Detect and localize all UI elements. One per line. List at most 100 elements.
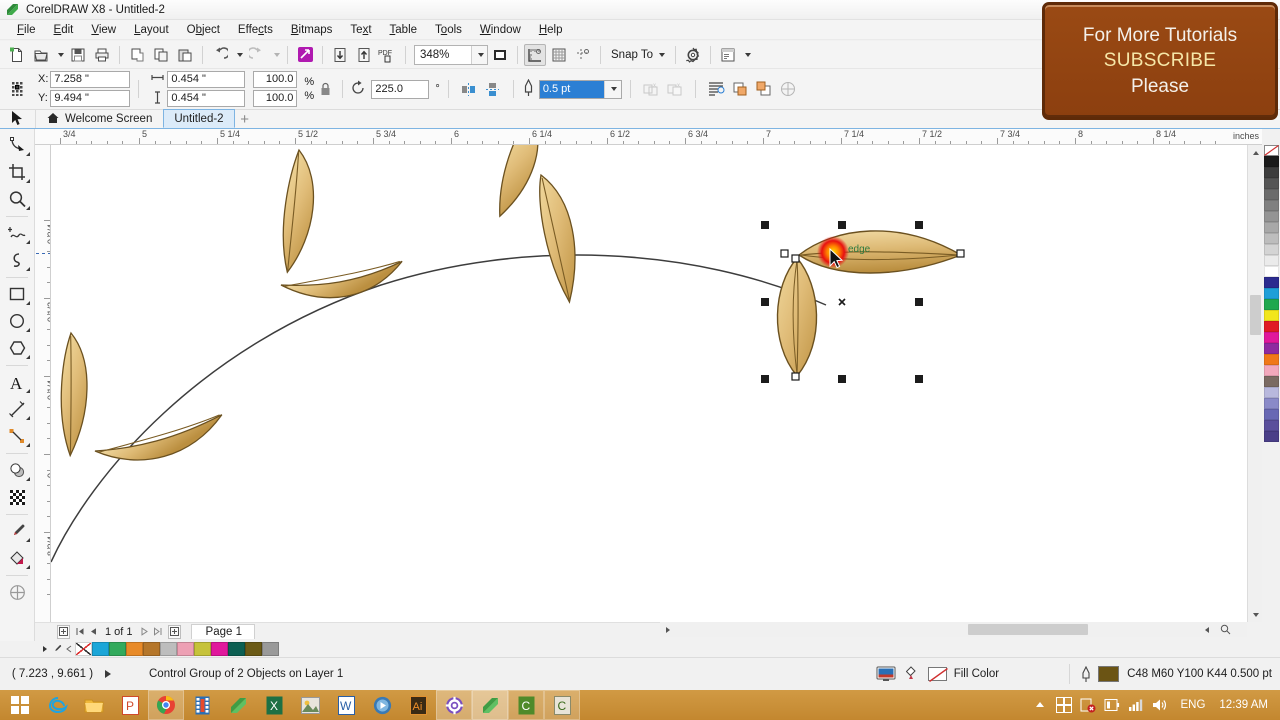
- scroll-right-arrow-icon[interactable]: [1199, 622, 1214, 637]
- vertical-ruler[interactable]: 9 3/49 1/29 1/498 3/4: [35, 145, 51, 622]
- windows-start-icon[interactable]: [0, 690, 40, 720]
- outline-pen-icon[interactable]: [1080, 665, 1092, 683]
- search-content-icon[interactable]: [294, 44, 316, 66]
- open-dropdown-icon[interactable]: [54, 44, 65, 66]
- x-position-input[interactable]: 7.258 ": [50, 71, 131, 88]
- snap-to-pixel-icon[interactable]: [777, 78, 799, 100]
- scale-x-input[interactable]: 100.0: [253, 71, 298, 88]
- flyout-arrow-icon[interactable]: [26, 267, 30, 271]
- taskbar-file-explorer[interactable]: [76, 690, 112, 720]
- palette-swatch[interactable]: [1263, 255, 1279, 266]
- chevron-down-icon[interactable]: [471, 45, 487, 64]
- flyout-arrow-icon[interactable]: [26, 389, 30, 393]
- expand-status-icon[interactable]: [105, 670, 111, 678]
- palette-scroll-left-icon[interactable]: [63, 642, 75, 656]
- menu-view[interactable]: View: [82, 22, 125, 38]
- tool-smart-fill[interactable]: [2, 579, 32, 605]
- taskbar-excel[interactable]: X: [256, 690, 292, 720]
- palette-swatch[interactable]: [1263, 233, 1279, 244]
- redo-dropdown-icon[interactable]: [270, 44, 281, 66]
- palette-swatch[interactable]: [1263, 354, 1279, 365]
- flyout-arrow-icon[interactable]: [26, 355, 30, 359]
- tool-transparency[interactable]: [2, 484, 32, 510]
- palette-swatch[interactable]: [1263, 211, 1279, 222]
- palette-swatch[interactable]: [1263, 167, 1279, 178]
- next-page-icon[interactable]: [138, 625, 151, 639]
- flyout-arrow-icon[interactable]: [26, 328, 30, 332]
- palette-swatch[interactable]: [1263, 299, 1279, 310]
- flyout-arrow-icon[interactable]: [26, 477, 30, 481]
- flyout-arrow-icon[interactable]: [26, 152, 30, 156]
- action-center-icon[interactable]: [1076, 697, 1100, 713]
- full-screen-preview-icon[interactable]: [489, 44, 511, 66]
- trim-icon[interactable]: x: [664, 78, 686, 100]
- show-rulers-icon[interactable]: [524, 43, 546, 66]
- scale-y-input[interactable]: 100.0: [253, 90, 298, 107]
- outline-width-input[interactable]: 0.5 pt: [539, 80, 604, 98]
- menu-window[interactable]: Window: [471, 22, 530, 38]
- gear-icon[interactable]: [682, 44, 704, 66]
- palette-swatch[interactable]: [1263, 387, 1279, 398]
- zoom-to-page-icon[interactable]: [1218, 622, 1233, 637]
- tool-artistic-media[interactable]: [2, 247, 32, 273]
- flyout-arrow-icon[interactable]: [26, 443, 30, 447]
- menu-object[interactable]: Object: [178, 22, 229, 38]
- tool-polygon[interactable]: [2, 335, 32, 361]
- to-back-of-layer-icon[interactable]: [753, 78, 775, 100]
- add-page-before-icon[interactable]: [57, 624, 70, 639]
- palette-swatch[interactable]: [1263, 376, 1279, 387]
- save-icon[interactable]: [67, 44, 89, 66]
- tool-rectangle[interactable]: [2, 281, 32, 307]
- palette-swatch[interactable]: [1263, 310, 1279, 321]
- palette-swatch[interactable]: [194, 641, 211, 656]
- show-hidden-icons-icon[interactable]: [1028, 701, 1052, 709]
- undo-icon[interactable]: [209, 44, 231, 66]
- lock-ratio-icon[interactable]: [320, 82, 330, 96]
- vertical-scrollbar-thumb[interactable]: [1250, 295, 1261, 335]
- color-proof-settings-icon[interactable]: [876, 666, 896, 682]
- outline-color-swatch[interactable]: [1098, 666, 1120, 682]
- tool-text[interactable]: A: [2, 369, 32, 395]
- palette-swatch[interactable]: [1263, 420, 1279, 431]
- palette-swatch[interactable]: [75, 641, 92, 656]
- palette-swatch[interactable]: [1263, 156, 1279, 167]
- export-icon[interactable]: [353, 44, 375, 66]
- menu-layout[interactable]: Layout: [125, 22, 178, 38]
- flyout-arrow-icon[interactable]: [26, 179, 30, 183]
- taskbar-settings[interactable]: [436, 690, 472, 720]
- dockers-icon[interactable]: [717, 44, 739, 66]
- scroll-up-arrow-icon[interactable]: [1248, 145, 1263, 160]
- plus-icon[interactable]: +: [235, 111, 255, 128]
- palette-swatch[interactable]: [1263, 189, 1279, 200]
- flyout-arrow-icon[interactable]: [26, 240, 30, 244]
- dockers-dropdown-icon[interactable]: [741, 44, 752, 66]
- chevron-down-icon[interactable]: [603, 80, 621, 98]
- flyout-arrow-icon[interactable]: [26, 301, 30, 305]
- show-grid-icon[interactable]: [548, 44, 570, 66]
- taskbar-word[interactable]: W: [328, 690, 364, 720]
- drawing-canvas[interactable]: edge: [51, 145, 1247, 622]
- palette-swatch[interactable]: [1263, 321, 1279, 332]
- menu-tools[interactable]: Tools: [426, 22, 471, 38]
- taskbar-language[interactable]: ENG: [1172, 699, 1213, 711]
- scroll-left-arrow-icon[interactable]: [660, 622, 675, 637]
- palette-swatch[interactable]: [1263, 222, 1279, 233]
- zoom-level-combo[interactable]: 348%: [414, 44, 488, 65]
- palette-swatch[interactable]: [228, 641, 245, 656]
- tool-interactive-fill[interactable]: [2, 545, 32, 571]
- first-page-icon[interactable]: [74, 625, 87, 639]
- taskbar-corel-connect-2[interactable]: C: [544, 690, 580, 720]
- network-icon[interactable]: [1124, 698, 1148, 712]
- palette-swatch[interactable]: [1263, 431, 1279, 442]
- palette-swatch[interactable]: [1263, 145, 1279, 156]
- copy-icon[interactable]: [150, 44, 172, 66]
- menu-help[interactable]: Help: [530, 22, 572, 38]
- taskbar-powerpoint[interactable]: P: [112, 690, 148, 720]
- weld-icon[interactable]: x: [640, 78, 662, 100]
- palette-swatch[interactable]: [143, 641, 160, 656]
- palette-swatch[interactable]: [1263, 178, 1279, 189]
- mirror-horizontal-icon[interactable]: [458, 78, 480, 100]
- outline-width-combo[interactable]: 0.5 pt: [538, 79, 622, 99]
- last-page-icon[interactable]: [151, 625, 164, 639]
- open-document-icon[interactable]: [30, 44, 52, 66]
